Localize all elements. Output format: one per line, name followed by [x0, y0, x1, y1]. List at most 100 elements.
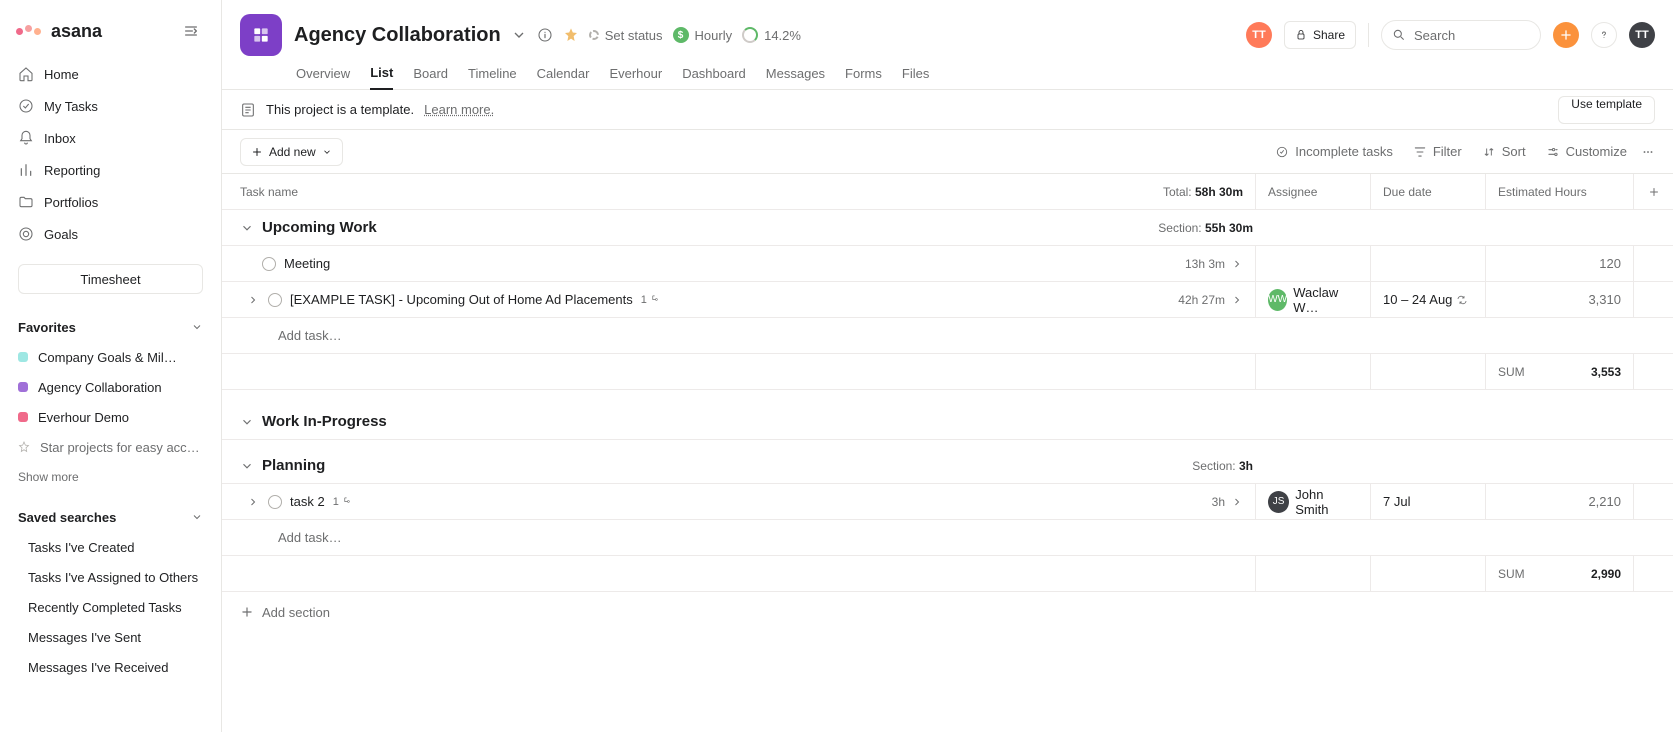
- template-icon: [240, 102, 256, 118]
- set-status-button[interactable]: Set status: [589, 28, 663, 43]
- task-row[interactable]: Meeting 13h 3m 120: [222, 246, 1673, 282]
- section-total-label: Section:: [1158, 221, 1201, 235]
- asana-dots-icon: [16, 28, 41, 35]
- total-value: 58h 30m: [1195, 185, 1243, 199]
- task-name: task 2: [290, 494, 325, 509]
- more-actions-button[interactable]: [1641, 145, 1655, 159]
- tab-everhour[interactable]: Everhour: [609, 66, 662, 89]
- expand-subtasks-button[interactable]: [246, 495, 260, 509]
- assignee-cell[interactable]: [1255, 246, 1370, 281]
- add-task-row[interactable]: Add task…: [222, 520, 1673, 556]
- hours-cell[interactable]: 120: [1485, 246, 1633, 281]
- tab-files[interactable]: Files: [902, 66, 929, 89]
- task-list: Task name Total: 58h 30m Assignee Due da…: [222, 174, 1673, 732]
- favorites-show-more[interactable]: Show more: [8, 462, 213, 492]
- nav-home[interactable]: Home: [8, 58, 213, 90]
- tab-messages[interactable]: Messages: [766, 66, 825, 89]
- tab-list[interactable]: List: [370, 65, 393, 90]
- saved-item[interactable]: Tasks I've Assigned to Others: [8, 562, 213, 592]
- star-filled-icon[interactable]: [563, 27, 579, 43]
- use-template-button[interactable]: Use template: [1558, 96, 1655, 124]
- sort-icon: [1482, 145, 1496, 159]
- user-avatar[interactable]: TT: [1629, 22, 1655, 48]
- due-cell[interactable]: 7 Jul: [1370, 484, 1485, 519]
- hours-cell[interactable]: 3,310: [1485, 282, 1633, 317]
- complete-checkbox[interactable]: [268, 293, 282, 307]
- member-avatar[interactable]: TT: [1246, 22, 1272, 48]
- tab-calendar[interactable]: Calendar: [537, 66, 590, 89]
- tab-overview[interactable]: Overview: [296, 66, 350, 89]
- complete-checkbox[interactable]: [268, 495, 282, 509]
- sort-button[interactable]: Sort: [1482, 144, 1526, 159]
- col-estimated-hours[interactable]: Estimated Hours: [1485, 174, 1633, 209]
- favorites-title: Favorites: [18, 320, 76, 335]
- question-icon: [1598, 29, 1610, 41]
- topbar: Agency Collaboration Set status $ Hourly: [222, 0, 1673, 62]
- collapse-sidebar-button[interactable]: [177, 17, 205, 45]
- info-icon[interactable]: [537, 27, 553, 43]
- nav-goals[interactable]: Goals: [8, 218, 213, 250]
- task-row[interactable]: task 2 1 3h JS John Smith 7 Jul: [222, 484, 1673, 520]
- progress-chip[interactable]: 14.2%: [742, 27, 801, 43]
- assignee-cell[interactable]: WW Waclaw W…: [1255, 282, 1370, 317]
- incomplete-tasks-filter[interactable]: Incomplete tasks: [1275, 144, 1393, 159]
- section-upcoming-work[interactable]: Upcoming Work Section: 55h 30m: [222, 210, 1673, 246]
- filter-button[interactable]: Filter: [1413, 144, 1462, 159]
- nav-reporting[interactable]: Reporting: [8, 154, 213, 186]
- fav-agency-collaboration[interactable]: Agency Collaboration: [8, 372, 213, 402]
- timesheet-button[interactable]: Timesheet: [18, 264, 203, 294]
- nav-label: Inbox: [44, 131, 76, 146]
- global-add-button[interactable]: [1553, 22, 1579, 48]
- col-due-date[interactable]: Due date: [1370, 174, 1485, 209]
- bell-icon: [18, 130, 34, 146]
- share-button[interactable]: Share: [1284, 21, 1356, 49]
- nav-my-tasks[interactable]: My Tasks: [8, 90, 213, 122]
- chevron-right-icon[interactable]: [1231, 496, 1243, 508]
- section-planning[interactable]: Planning Section: 3h: [222, 448, 1673, 484]
- favorites-header[interactable]: Favorites: [8, 312, 213, 342]
- due-cell[interactable]: 10 – 24 Aug: [1370, 282, 1485, 317]
- chevron-down-icon[interactable]: [511, 27, 527, 43]
- banner-text: This project is a template.: [266, 102, 414, 117]
- tab-board[interactable]: Board: [413, 66, 448, 89]
- saved-item[interactable]: Messages I've Sent: [8, 622, 213, 652]
- rate-chip[interactable]: $ Hourly: [673, 27, 733, 43]
- task-name: [EXAMPLE TASK] - Upcoming Out of Home Ad…: [290, 292, 633, 307]
- customize-button[interactable]: Customize: [1546, 144, 1627, 159]
- add-task-row[interactable]: Add task…: [222, 318, 1673, 354]
- complete-checkbox[interactable]: [262, 257, 276, 271]
- nav-inbox[interactable]: Inbox: [8, 122, 213, 154]
- nav-label: Home: [44, 67, 79, 82]
- section-work-in-progress[interactable]: Work In-Progress: [222, 404, 1673, 440]
- saved-item[interactable]: Messages I've Received: [8, 652, 213, 682]
- section-total: Section: 55h 30m: [1158, 221, 1253, 235]
- learn-more-link[interactable]: Learn more.: [424, 102, 494, 117]
- hours-cell[interactable]: 2,210: [1485, 484, 1633, 519]
- add-section-button[interactable]: Add section: [222, 592, 1673, 632]
- task-row[interactable]: [EXAMPLE TASK] - Upcoming Out of Home Ad…: [222, 282, 1673, 318]
- tab-timeline[interactable]: Timeline: [468, 66, 517, 89]
- nav-portfolios[interactable]: Portfolios: [8, 186, 213, 218]
- fav-label: Everhour Demo: [38, 410, 129, 425]
- add-new-button[interactable]: Add new: [240, 138, 343, 166]
- tab-forms[interactable]: Forms: [845, 66, 882, 89]
- assignee-cell[interactable]: JS John Smith: [1255, 484, 1370, 519]
- saved-searches-header[interactable]: Saved searches: [8, 502, 213, 532]
- search-input[interactable]: Search: [1381, 20, 1541, 50]
- due-text: 7 Jul: [1383, 494, 1410, 509]
- add-column-button[interactable]: [1633, 174, 1673, 209]
- help-button[interactable]: [1591, 22, 1617, 48]
- more-horizontal-icon: [1641, 145, 1655, 159]
- chevron-right-icon[interactable]: [1231, 294, 1243, 306]
- chevron-right-icon[interactable]: [1231, 258, 1243, 270]
- saved-item[interactable]: Recently Completed Tasks: [8, 592, 213, 622]
- fav-company-goals[interactable]: Company Goals & Mil…: [8, 342, 213, 372]
- task-time: 42h 27m: [1178, 293, 1225, 307]
- saved-item[interactable]: Tasks I've Created: [8, 532, 213, 562]
- due-cell[interactable]: [1370, 246, 1485, 281]
- project-tile[interactable]: [240, 14, 282, 56]
- col-assignee[interactable]: Assignee: [1255, 174, 1370, 209]
- fav-everhour-demo[interactable]: Everhour Demo: [8, 402, 213, 432]
- tab-dashboard[interactable]: Dashboard: [682, 66, 746, 89]
- expand-subtasks-button[interactable]: [246, 293, 260, 307]
